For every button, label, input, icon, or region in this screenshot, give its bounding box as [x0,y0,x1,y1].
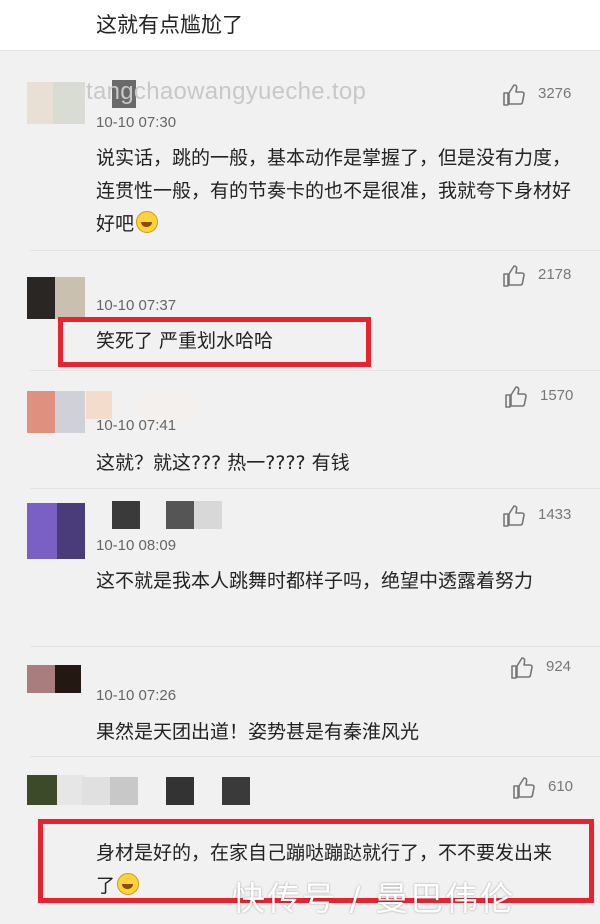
like-button[interactable]: 3276 [502,83,588,107]
thumbs-up-icon [505,386,527,408]
laughing-emoji-icon [136,211,159,233]
thumbs-up-icon [511,657,533,679]
comment-text: 果然是天团出道！姿势甚是有秦淮风光 [96,721,420,743]
comment-time: 10-10 08:09 [96,537,177,554]
like-count: 610 [548,778,574,795]
username[interactable] [86,501,222,529]
footer-watermark: 快传号 / 曼巴伟伦 [232,879,516,918]
like-button[interactable]: 610 [512,776,598,800]
like-count: 2178 [538,266,572,283]
comment-item: 10-10 07:41 1570 这就？就这??? 热一???? 有钱 [0,371,600,489]
thumbs-up-icon [503,505,525,527]
like-count: 924 [546,658,572,675]
thumbs-up-icon [503,84,525,106]
avatar[interactable] [27,82,85,124]
avatar[interactable] [27,277,85,319]
comment-text: 这就？就这??? 热一???? 有钱 [96,452,350,474]
comment-item: 10-10 07:37 2178 笑死了 严重划水哈哈 [0,251,600,371]
previous-comment-text: 这就有点尴尬了 [96,13,243,37]
avatar[interactable] [27,503,85,559]
comment-item: 10-10 08:09 1433 这不就是我本人跳舞时都样子吗，绝望中透露着努力 [0,489,600,647]
like-button[interactable]: 924 [510,656,596,680]
like-count: 1570 [540,387,574,404]
like-count: 1433 [538,506,572,523]
avatar[interactable] [27,775,85,805]
comment-time: 10-10 07:41 [96,417,177,434]
comment-text: 这不就是我本人跳舞时都样子吗，绝望中透露着努力 [96,570,534,592]
avatar[interactable] [27,391,85,433]
comment-time: 10-10 07:26 [96,687,177,704]
like-button[interactable]: 2178 [502,264,588,288]
comment-item: 10-10 07:26 924 果然是天团出道！姿势甚是有秦淮风光 [0,647,600,757]
avatar[interactable] [27,665,81,693]
comment-time: 10-10 07:37 [96,297,177,314]
site-watermark: tangchaowangyueche.top [86,78,367,105]
like-button[interactable]: 1433 [502,504,588,528]
like-button[interactable]: 1570 [504,385,590,409]
thumbs-up-icon [503,265,525,287]
thumbs-up-icon [513,777,535,799]
comment-body: 说实话，跳的一般，基本动作是掌握了，但是没有力度，连贯性一般，有的节奏卡的也不是… [96,147,572,235]
comment-text: 说实话，跳的一般，基本动作是掌握了，但是没有力度，连贯性一般，有的节奏卡的也不是… [96,142,576,241]
username[interactable] [86,391,196,419]
like-count: 3276 [538,85,572,102]
comment-time: 10-10 07:30 [96,114,177,131]
red-highlight-box [58,317,371,367]
username[interactable] [82,777,250,805]
top-comment-bar: 这就有点尴尬了 [0,0,600,51]
